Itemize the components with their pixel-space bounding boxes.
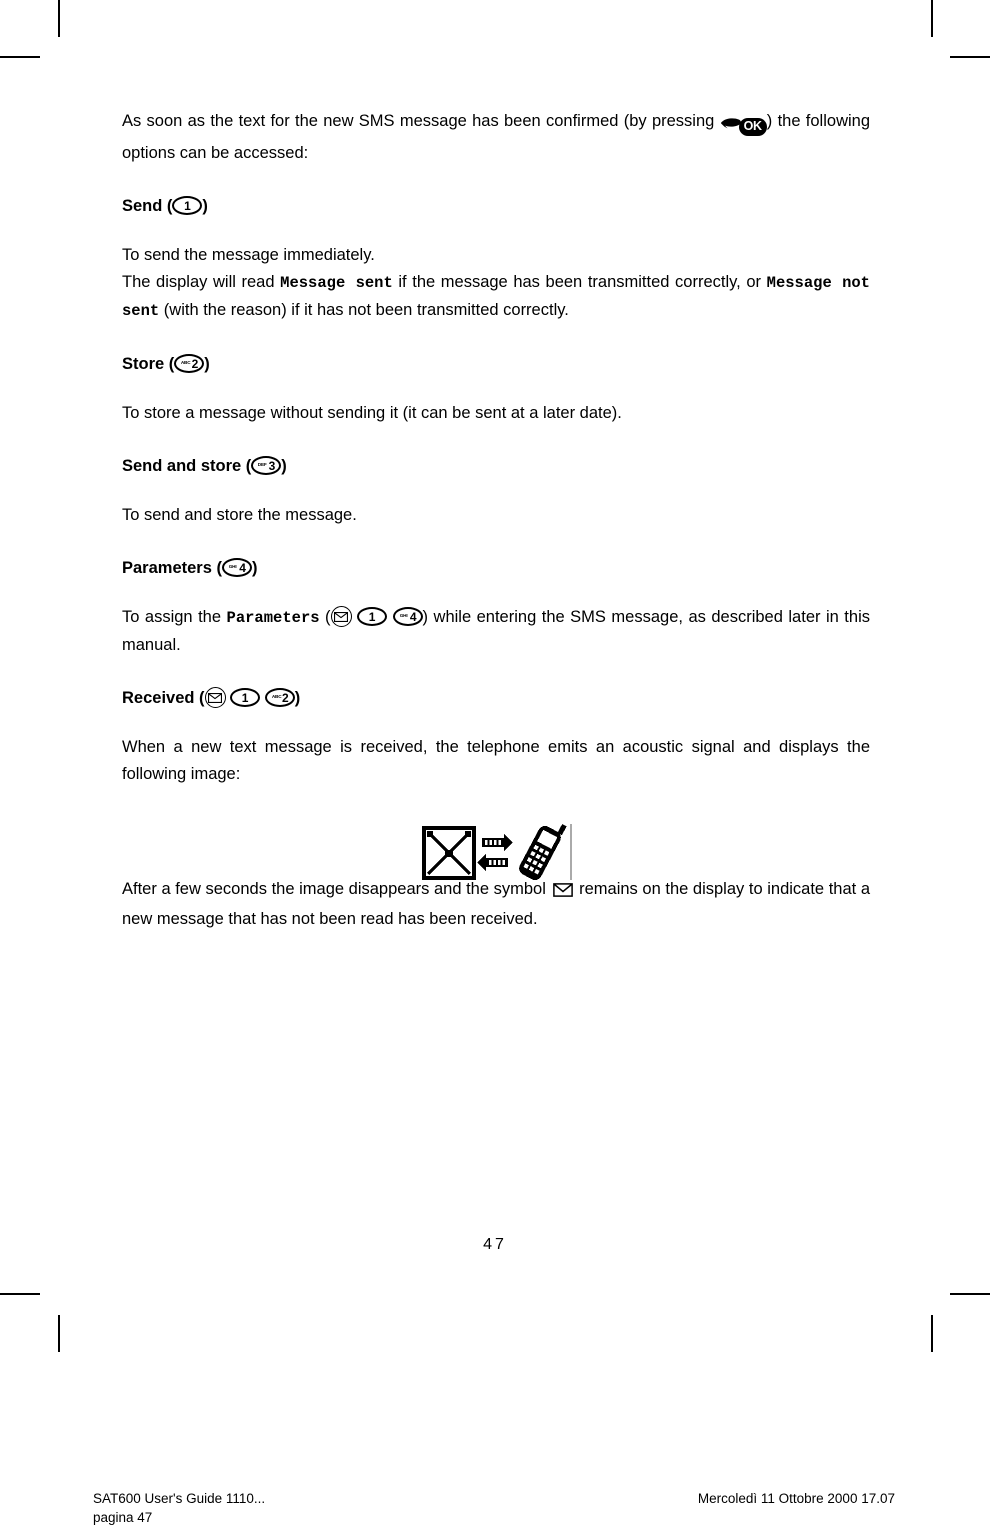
- heading-send-and-store-label: Send and store (: [122, 457, 252, 475]
- crop-mark-top-right-vertical: [931, 0, 933, 37]
- footer-left: SAT600 User's Guide 1110... pagina 47: [93, 1489, 265, 1527]
- page-content: As soon as the text for the new SMS mess…: [122, 108, 870, 933]
- footer-right-timestamp: Mercoledì 11 Ottobre 2000 17.07: [697, 1491, 895, 1506]
- key-1-icon-parameters: (1: [357, 607, 388, 626]
- parameters-body: To assign the Parameters ( (1 GHI4) whil…: [122, 604, 870, 659]
- heading-send: Send ( 1): [122, 193, 870, 220]
- send-text-c: (with the reason) if it has not been tra…: [159, 301, 569, 319]
- crop-mark-bottom-right-vertical: [931, 1315, 933, 1352]
- crop-mark-top-left-horizontal: [0, 56, 40, 58]
- figure-right-divider: [570, 824, 572, 880]
- heading-send-tail: ): [202, 197, 208, 215]
- parameters-text-b: (: [319, 608, 331, 626]
- key-2-digit: 2: [191, 356, 199, 371]
- heading-store-tail: ): [204, 355, 210, 373]
- heading-send-and-store-tail: ): [281, 457, 287, 475]
- heading-received-tail: ): [294, 689, 301, 707]
- heading-parameters: Parameters (GHI 4): [122, 555, 870, 582]
- key-2-digit-received: 2: [282, 690, 289, 705]
- send-text-b: if the message has been transmitted corr…: [392, 273, 767, 291]
- key-3-icon: DEF 3: [251, 456, 282, 475]
- heading-parameters-tail: ): [251, 559, 258, 577]
- page-number: 47: [483, 1236, 507, 1253]
- heading-received: Received ( 1 ABC 2): [122, 685, 870, 712]
- send-text-a: The display will read: [122, 273, 281, 291]
- bidirectional-arrows-icon: [477, 834, 513, 871]
- heading-send-and-store: Send and store (DEF 3): [122, 453, 870, 480]
- envelope-key-icon: [330, 606, 352, 627]
- footer-page-label: pagina 47: [93, 1510, 153, 1525]
- crop-mark-top-right-horizontal: [950, 56, 990, 58]
- crop-mark-bottom-left-vertical: [58, 1315, 60, 1352]
- key-2-letters: ABC: [181, 360, 191, 366]
- store-body: To store a message without sending it (i…: [122, 404, 622, 422]
- send-mono-message-sent: Message sent: [280, 274, 393, 292]
- crop-mark-bottom-left-horizontal: [0, 1293, 40, 1295]
- crop-mark-bottom-right-horizontal: [950, 1293, 990, 1295]
- key-4-letters-parameters: GHI: [399, 613, 408, 619]
- intro-text-before: As soon as the text for the new SMS mess…: [122, 112, 720, 130]
- received-body: When a new text message is received, the…: [122, 738, 870, 783]
- send-body-line2: The display will read Message sent if th…: [122, 269, 870, 325]
- key-3-letters: DEF: [258, 462, 267, 468]
- envelope-key-icon-received: [204, 687, 226, 708]
- key-4-icon: GHI 4: [221, 558, 252, 577]
- crop-mark-top-left-vertical: [58, 0, 60, 37]
- heading-store-label: Store (: [122, 355, 175, 373]
- key-1-digit: 1: [184, 198, 191, 213]
- key-2-letters-received: ABC: [271, 694, 282, 700]
- key-4-icon-parameters: GHI 4: [392, 607, 423, 626]
- envelope-crossed-icon: [422, 826, 476, 880]
- received-message-figure: [420, 824, 580, 886]
- key-4-digit: 4: [239, 560, 246, 575]
- key-4-digit-parameters: 4: [409, 609, 417, 624]
- heading-send-label: Send (: [122, 197, 173, 215]
- key-2-icon-received: ABC 2: [264, 688, 295, 707]
- key-3-digit: 3: [268, 458, 276, 473]
- key-1-icon: 1: [172, 196, 203, 215]
- heading-store: Store (ABC 2): [122, 351, 870, 378]
- figure-svg: [422, 824, 567, 881]
- footer-file-name: SAT600 User's Guide 1110...: [93, 1491, 266, 1506]
- mobile-phone-icon: [519, 824, 567, 881]
- parameters-mono-label: Parameters: [226, 609, 320, 627]
- key-1-digit-received: 1: [241, 690, 249, 705]
- intro-paragraph: As soon as the text for the new SMS mess…: [122, 108, 870, 167]
- parameters-text-a: To assign the: [122, 608, 227, 626]
- key-4-letters: GHI: [228, 564, 237, 570]
- ok-key-icon: OK: [738, 118, 767, 136]
- send-body-line1: To send the message immediately.: [122, 246, 375, 264]
- send-and-store-body: To send and store the message.: [122, 506, 357, 524]
- heading-received-label: Received (: [122, 689, 205, 707]
- heading-parameters-label: Parameters (: [122, 559, 222, 577]
- key-2-icon: ABC 2: [174, 354, 205, 373]
- key-1-icon-received: 1: [230, 688, 261, 707]
